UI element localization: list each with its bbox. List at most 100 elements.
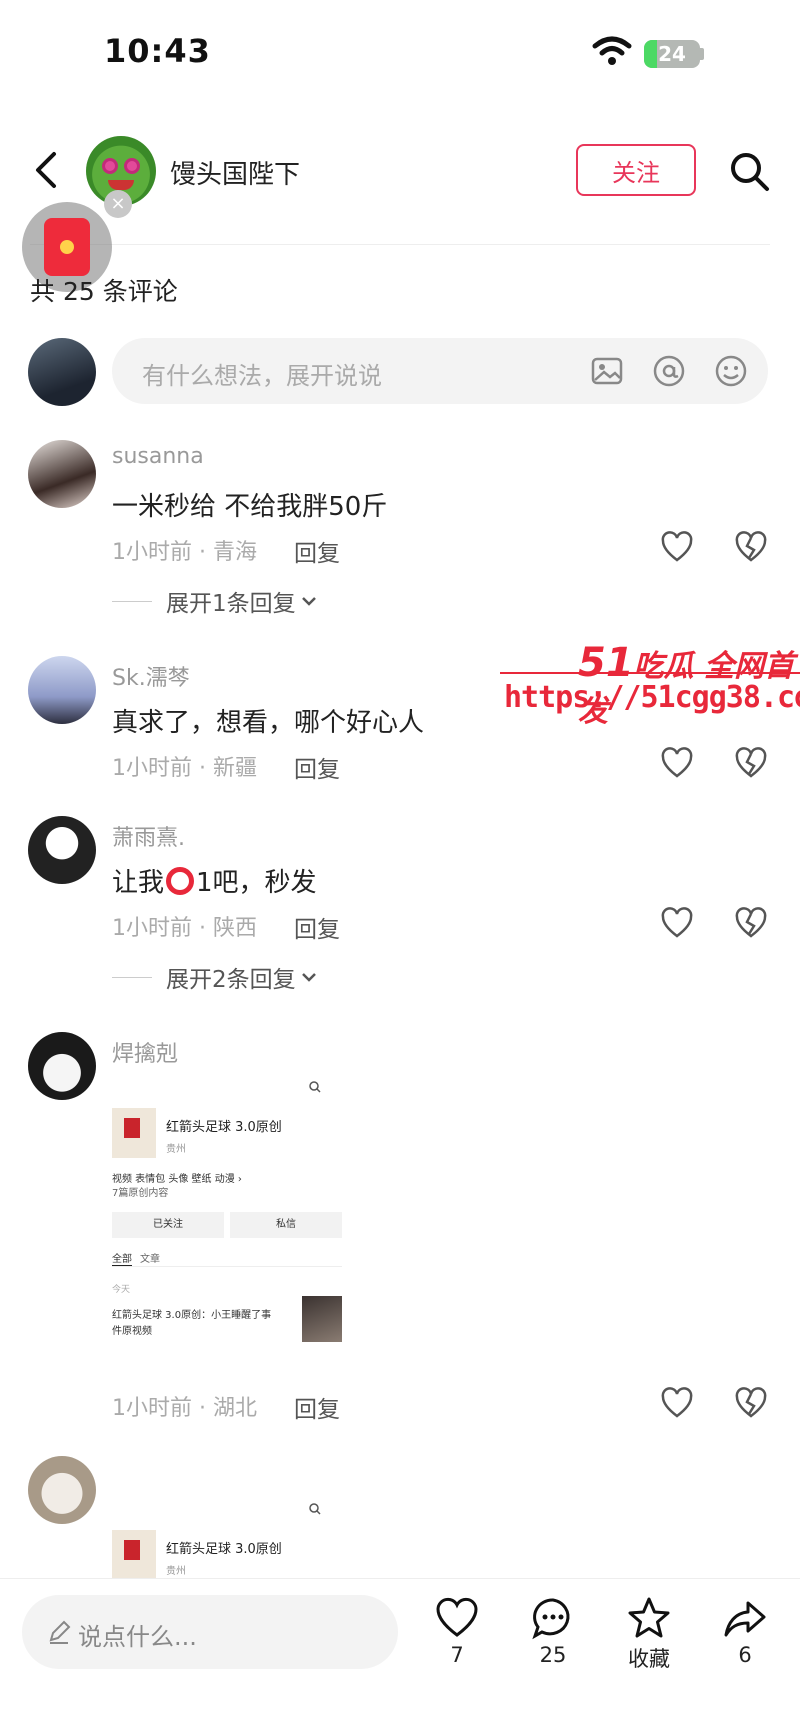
expand-line bbox=[112, 600, 152, 602]
battery-tip bbox=[700, 48, 704, 60]
reply-button[interactable]: 回复 bbox=[294, 1390, 340, 1424]
comment-meta: 1小时前 · 陕西 bbox=[112, 916, 257, 941]
image-icon[interactable] bbox=[590, 354, 624, 388]
commenter-name[interactable]: 焊擒剋 bbox=[112, 1036, 178, 1068]
follow-button[interactable]: 关注 bbox=[576, 144, 696, 196]
shot-thumbnail bbox=[302, 1296, 342, 1342]
header-divider bbox=[30, 244, 770, 245]
commenter-avatar[interactable] bbox=[28, 656, 96, 724]
expand-replies[interactable]: 展开2条回复 bbox=[112, 960, 318, 994]
share-arrow-icon bbox=[724, 1601, 766, 1637]
watermark-line bbox=[500, 672, 800, 674]
dislike-icon[interactable] bbox=[734, 530, 768, 564]
shot-avatar bbox=[112, 1108, 156, 1158]
chevron-down-icon bbox=[301, 597, 316, 606]
comment-input-placeholder: 有什么想法，展开说说 bbox=[142, 362, 382, 390]
watermark-url: https://51cgg38.com bbox=[504, 680, 800, 715]
collect-label: 收藏 bbox=[628, 1647, 670, 1671]
share-button[interactable]: 6 bbox=[710, 1595, 780, 1667]
shot-post-line1: 红箭头足球 3.0原创：小王睡醒了事 bbox=[112, 1310, 272, 1321]
heart-icon bbox=[436, 1597, 478, 1637]
reply-button[interactable]: 回复 bbox=[294, 750, 340, 784]
shot-tags: 视频 表情包 头像 壁纸 动漫 › bbox=[112, 1174, 242, 1185]
red-envelope-icon bbox=[44, 218, 90, 276]
star-icon bbox=[628, 1597, 670, 1638]
expand-label: 展开2条回复 bbox=[166, 967, 296, 993]
comment-image[interactable]: 红箭头足球 3.0原创 贵州 bbox=[112, 1496, 342, 1578]
commenter-avatar[interactable] bbox=[28, 1032, 96, 1100]
shot-day: 今天 bbox=[112, 1285, 131, 1295]
search-icon bbox=[309, 1081, 321, 1093]
comment-count-bottom: 25 bbox=[539, 1643, 567, 1667]
commenter-avatar[interactable] bbox=[28, 440, 96, 508]
say-something-input[interactable]: 说点什么... bbox=[22, 1595, 398, 1669]
my-avatar bbox=[28, 338, 96, 406]
shot-title: 红箭头足球 3.0原创 bbox=[166, 1542, 282, 1557]
like-icon[interactable] bbox=[660, 746, 694, 780]
comment-meta: 1小时前 · 湖北 bbox=[112, 1396, 257, 1421]
like-count: 7 bbox=[450, 1643, 464, 1667]
like-icon[interactable] bbox=[660, 906, 694, 940]
reply-button[interactable]: 回复 bbox=[294, 910, 340, 944]
shot-title: 红箭头足球 3.0原创 bbox=[166, 1120, 282, 1135]
status-time: 10:43 bbox=[104, 32, 211, 70]
battery-percent: 24 bbox=[658, 42, 686, 66]
collect-button[interactable]: 收藏 bbox=[614, 1595, 684, 1673]
comment-text: 真求了，想看，哪个好心人 bbox=[112, 708, 425, 738]
pen-icon bbox=[49, 1620, 71, 1644]
share-count: 6 bbox=[738, 1643, 752, 1667]
comment-count: 共 25 条评论 bbox=[30, 277, 178, 306]
shot-location: 贵州 bbox=[166, 1566, 186, 1577]
shot-tab-all: 全部 bbox=[112, 1250, 132, 1267]
like-button[interactable]: 7 bbox=[422, 1595, 492, 1667]
expand-replies[interactable]: 展开1条回复 bbox=[112, 584, 318, 618]
shot-sub: 7篇原创内容 bbox=[112, 1188, 169, 1199]
mention-icon[interactable] bbox=[652, 354, 686, 388]
like-icon[interactable] bbox=[660, 1386, 694, 1420]
comment-button[interactable]: 25 bbox=[518, 1595, 588, 1667]
comment-text-part: 让我 bbox=[112, 868, 165, 898]
like-icon[interactable] bbox=[660, 530, 694, 564]
avatar-mouth bbox=[108, 180, 134, 190]
shot-divider bbox=[112, 1266, 342, 1267]
say-placeholder: 说点什么... bbox=[78, 1623, 197, 1651]
battery-icon: 24 bbox=[644, 40, 700, 68]
expand-label: 展开1条回复 bbox=[166, 591, 296, 617]
comment-input[interactable]: 有什么想法，展开说说 bbox=[112, 338, 768, 404]
commenter-name[interactable]: 萧雨熹. bbox=[112, 820, 185, 852]
comment-bubble-icon bbox=[532, 1598, 570, 1640]
author-name[interactable]: 馒头国陛下 bbox=[170, 154, 300, 191]
search-icon[interactable] bbox=[728, 150, 770, 192]
red-circle-emoji bbox=[166, 867, 195, 895]
avatar-eye bbox=[124, 158, 140, 174]
dislike-icon[interactable] bbox=[734, 746, 768, 780]
shot-location: 贵州 bbox=[166, 1144, 186, 1155]
shot-message-button: 私信 bbox=[230, 1212, 342, 1238]
dislike-icon[interactable] bbox=[734, 906, 768, 940]
dislike-icon[interactable] bbox=[734, 1386, 768, 1420]
avatar-eye bbox=[102, 158, 118, 174]
comment-text: 让我 1吧，秒发 bbox=[112, 862, 317, 899]
commenter-name[interactable]: susanna bbox=[112, 444, 204, 469]
shot-followed-button: 已关注 bbox=[112, 1212, 224, 1238]
shot-tab-article: 文章 bbox=[140, 1254, 160, 1265]
reply-button[interactable]: 回复 bbox=[294, 534, 340, 568]
comment-text: 一米秒给 不给我胖50斤 bbox=[112, 492, 388, 522]
comment-meta: 1小时前 · 新疆 bbox=[112, 756, 257, 781]
back-arrow-icon[interactable] bbox=[30, 148, 62, 192]
emoji-icon[interactable] bbox=[714, 354, 748, 388]
commenter-name[interactable]: Sk.濡棽 bbox=[112, 660, 190, 692]
close-icon[interactable]: × bbox=[104, 190, 132, 218]
comment-meta: 1小时前 · 青海 bbox=[112, 540, 257, 565]
shot-avatar bbox=[112, 1530, 156, 1578]
chevron-down-icon bbox=[301, 973, 316, 982]
commenter-avatar[interactable] bbox=[28, 816, 96, 884]
comment-text-part: 1吧，秒发 bbox=[196, 868, 317, 898]
shot-post-line2: 件原视频 bbox=[112, 1326, 152, 1337]
wifi-icon bbox=[592, 36, 632, 65]
search-icon bbox=[309, 1503, 321, 1515]
bottom-action-bar: 说点什么... 7 25 收藏 6 bbox=[0, 1578, 800, 1735]
commenter-avatar[interactable] bbox=[28, 1456, 96, 1524]
expand-line bbox=[112, 976, 152, 978]
comment-image[interactable]: 红箭头足球 3.0原创 贵州 视频 表情包 头像 壁纸 动漫 › 7篇原创内容 … bbox=[112, 1074, 342, 1372]
